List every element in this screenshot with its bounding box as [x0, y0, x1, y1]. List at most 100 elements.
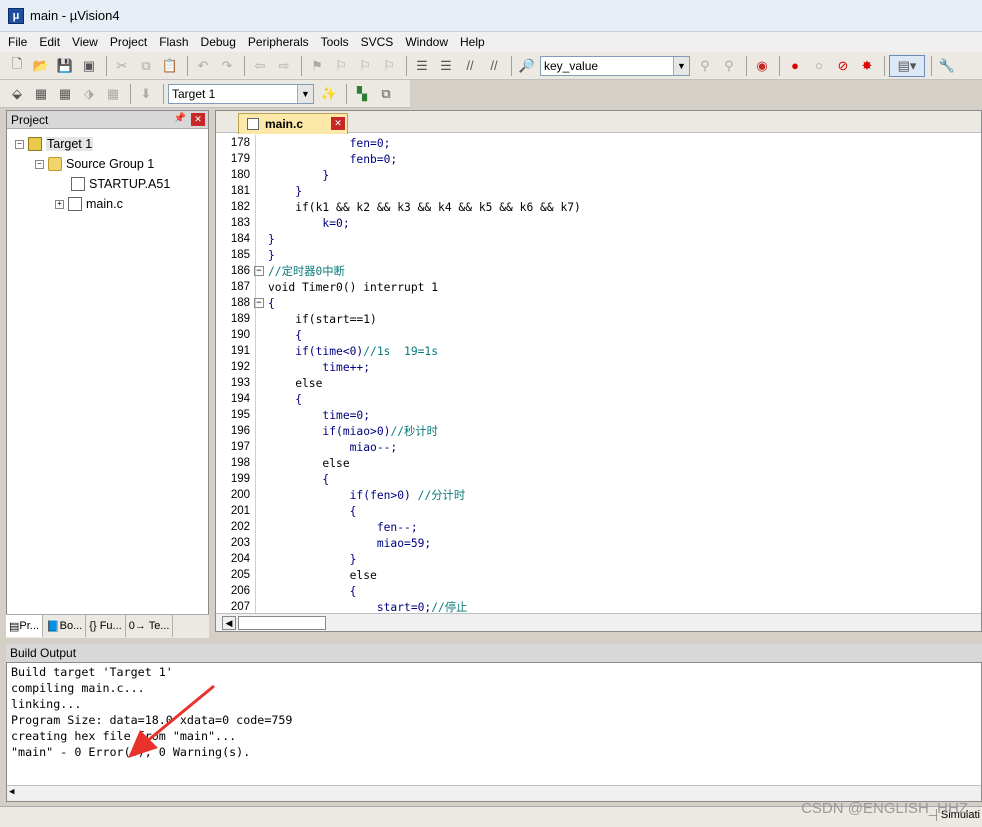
scroll-thumb[interactable] [238, 616, 326, 630]
find-combo[interactable]: key_value ▼ [540, 55, 690, 76]
menu-edit[interactable]: Edit [39, 35, 60, 49]
download-load-icon[interactable]: ⬇ [135, 83, 157, 105]
paste-icon[interactable]: 📋 [159, 55, 181, 77]
enable-breakpoint-icon[interactable]: ○ [808, 55, 830, 77]
close-icon[interactable]: ✕ [191, 113, 205, 126]
tab-functions[interactable]: {} Fu... [86, 615, 126, 637]
pin-icon[interactable]: 📌 [174, 113, 186, 124]
code-line[interactable]: 187 void Timer0() interrupt 1 [216, 279, 981, 295]
menu-tools[interactable]: Tools [321, 35, 349, 49]
translate-icon[interactable]: ⬙ [6, 83, 28, 105]
code-line[interactable]: 192 time++; [216, 359, 981, 375]
menu-file[interactable]: File [8, 35, 27, 49]
comment-icon[interactable]: // [459, 55, 481, 77]
menu-project[interactable]: Project [110, 35, 147, 49]
find-icon[interactable]: ⚲ [694, 55, 716, 77]
next-bookmark-icon[interactable]: ⚐ [354, 55, 376, 77]
menu-window[interactable]: Window [405, 35, 448, 49]
code-line[interactable]: 206 { [216, 583, 981, 599]
code-line[interactable]: 205 else [216, 567, 981, 583]
fold-toggle-icon[interactable]: − [254, 298, 264, 308]
tree-file-startup[interactable]: STARTUP.A51 [71, 177, 170, 191]
code-line[interactable]: 191 if(time<0)//1s 19=1s [216, 343, 981, 359]
clear-bookmarks-icon[interactable]: ⚐ [378, 55, 400, 77]
code-line[interactable]: 196 if(miao>0)//秒计时 [216, 423, 981, 439]
horizontal-scrollbar[interactable]: ◀ [216, 613, 981, 631]
copy-icon[interactable]: ⧉ [135, 55, 157, 77]
insert-breakpoint-icon[interactable]: ● [784, 55, 806, 77]
code-line[interactable]: 190 { [216, 327, 981, 343]
code-line[interactable]: 200 if(fen>0) //分计时 [216, 487, 981, 503]
code-line[interactable]: 194 { [216, 391, 981, 407]
expand-icon[interactable]: + [55, 199, 64, 209]
code-area[interactable]: 178 fen=0; 179 fenb=0; 180 } 181 } 182 if(k1… [216, 135, 981, 613]
batch-build-icon[interactable]: ⬗ [78, 83, 100, 105]
menu-view[interactable]: View [72, 35, 98, 49]
prev-bookmark-icon[interactable]: ⚐ [330, 55, 352, 77]
save-icon[interactable]: 💾 [54, 55, 76, 77]
nav-forward-icon[interactable]: ⇨ [273, 55, 295, 77]
tree-source-group[interactable]: − Source Group 1 [35, 157, 154, 171]
collapse-icon[interactable]: − [35, 159, 44, 169]
tree-file-main[interactable]: + main.c [55, 197, 123, 211]
code-line[interactable]: 199 { [216, 471, 981, 487]
new-file-icon[interactable]: 🗋 [6, 55, 28, 77]
uncomment-icon[interactable]: // [483, 55, 505, 77]
target-options-icon[interactable]: ✨ [318, 83, 340, 105]
window-layout-icon[interactable]: ▤▾ [889, 54, 925, 77]
code-line[interactable]: 207 start=0;//停止 [216, 599, 981, 613]
collapse-icon[interactable]: − [15, 139, 24, 149]
code-line[interactable]: 193 else [216, 375, 981, 391]
code-line[interactable]: 184} [216, 231, 981, 247]
nav-back-icon[interactable]: ⇦ [249, 55, 271, 77]
undo-icon[interactable]: ↶ [192, 55, 214, 77]
chevron-down-icon[interactable]: ▼ [673, 56, 689, 75]
target-select[interactable]: Target 1 ▼ [168, 83, 314, 104]
save-all-icon[interactable]: ▣ [78, 55, 100, 77]
close-icon[interactable]: ✕ [331, 117, 345, 130]
code-line[interactable]: 186−//定时器0中断 [216, 263, 981, 279]
incremental-find-icon[interactable]: ⚲ [718, 55, 740, 77]
open-folder-icon[interactable]: 📂 [30, 55, 52, 77]
rebuild-icon[interactable]: ▦ [54, 83, 76, 105]
kill-breakpoints-icon[interactable]: ✸ [856, 55, 878, 77]
build-icon[interactable]: ▦ [30, 83, 52, 105]
horizontal-scrollbar[interactable]: ◀ [7, 785, 981, 801]
fold-toggle-icon[interactable]: − [254, 266, 264, 276]
indent-icon[interactable]: ☰ [411, 55, 433, 77]
code-line[interactable]: 195 time=0; [216, 407, 981, 423]
code-line[interactable]: 188−{ [216, 295, 981, 311]
code-line[interactable]: 203 miao=59; [216, 535, 981, 551]
stop-build-icon[interactable]: ▦ [102, 83, 124, 105]
build-output-panel[interactable]: Build target 'Target 1' compiling main.c… [6, 662, 982, 802]
code-line[interactable]: 181 } [216, 183, 981, 199]
menu-flash[interactable]: Flash [159, 35, 188, 49]
chevron-down-icon[interactable]: ▼ [297, 84, 313, 103]
code-line[interactable]: 189 if(start==1) [216, 311, 981, 327]
tab-main-c[interactable]: main.c ✕ [238, 113, 348, 134]
start-debug-icon[interactable]: ◉ [751, 55, 773, 77]
configure-icon[interactable]: 🔧 [936, 55, 958, 77]
code-line[interactable]: 202 fen--; [216, 519, 981, 535]
tab-project[interactable]: ▤ Pr... [6, 615, 43, 637]
code-line[interactable]: 182 if(k1 && k2 && k3 && k4 && k5 && k6 … [216, 199, 981, 215]
menu-svcs[interactable]: SVCS [361, 35, 394, 49]
manage-components-icon[interactable]: ▚ [351, 83, 373, 105]
scroll-left-icon[interactable]: ◀ [9, 787, 14, 797]
menu-help[interactable]: Help [460, 35, 485, 49]
unindent-icon[interactable]: ☰ [435, 55, 457, 77]
redo-icon[interactable]: ↷ [216, 55, 238, 77]
code-line[interactable]: 197 miao--; [216, 439, 981, 455]
code-line[interactable]: 198 else [216, 455, 981, 471]
tree-target[interactable]: − Target 1 [15, 137, 94, 151]
code-line[interactable]: 183 k=0; [216, 215, 981, 231]
scroll-left-icon[interactable]: ◀ [222, 616, 236, 630]
code-line[interactable]: 204 } [216, 551, 981, 567]
code-line[interactable]: 201 { [216, 503, 981, 519]
menu-debug[interactable]: Debug [201, 35, 236, 49]
tab-books[interactable]: 📘 Bo... [43, 615, 87, 637]
find-in-files-icon[interactable]: 🔎 [516, 55, 538, 77]
tab-templates[interactable]: 0→ Te... [126, 615, 174, 637]
bookmark-icon[interactable]: ⚑ [306, 55, 328, 77]
code-line[interactable]: 178 fen=0; [216, 135, 981, 151]
